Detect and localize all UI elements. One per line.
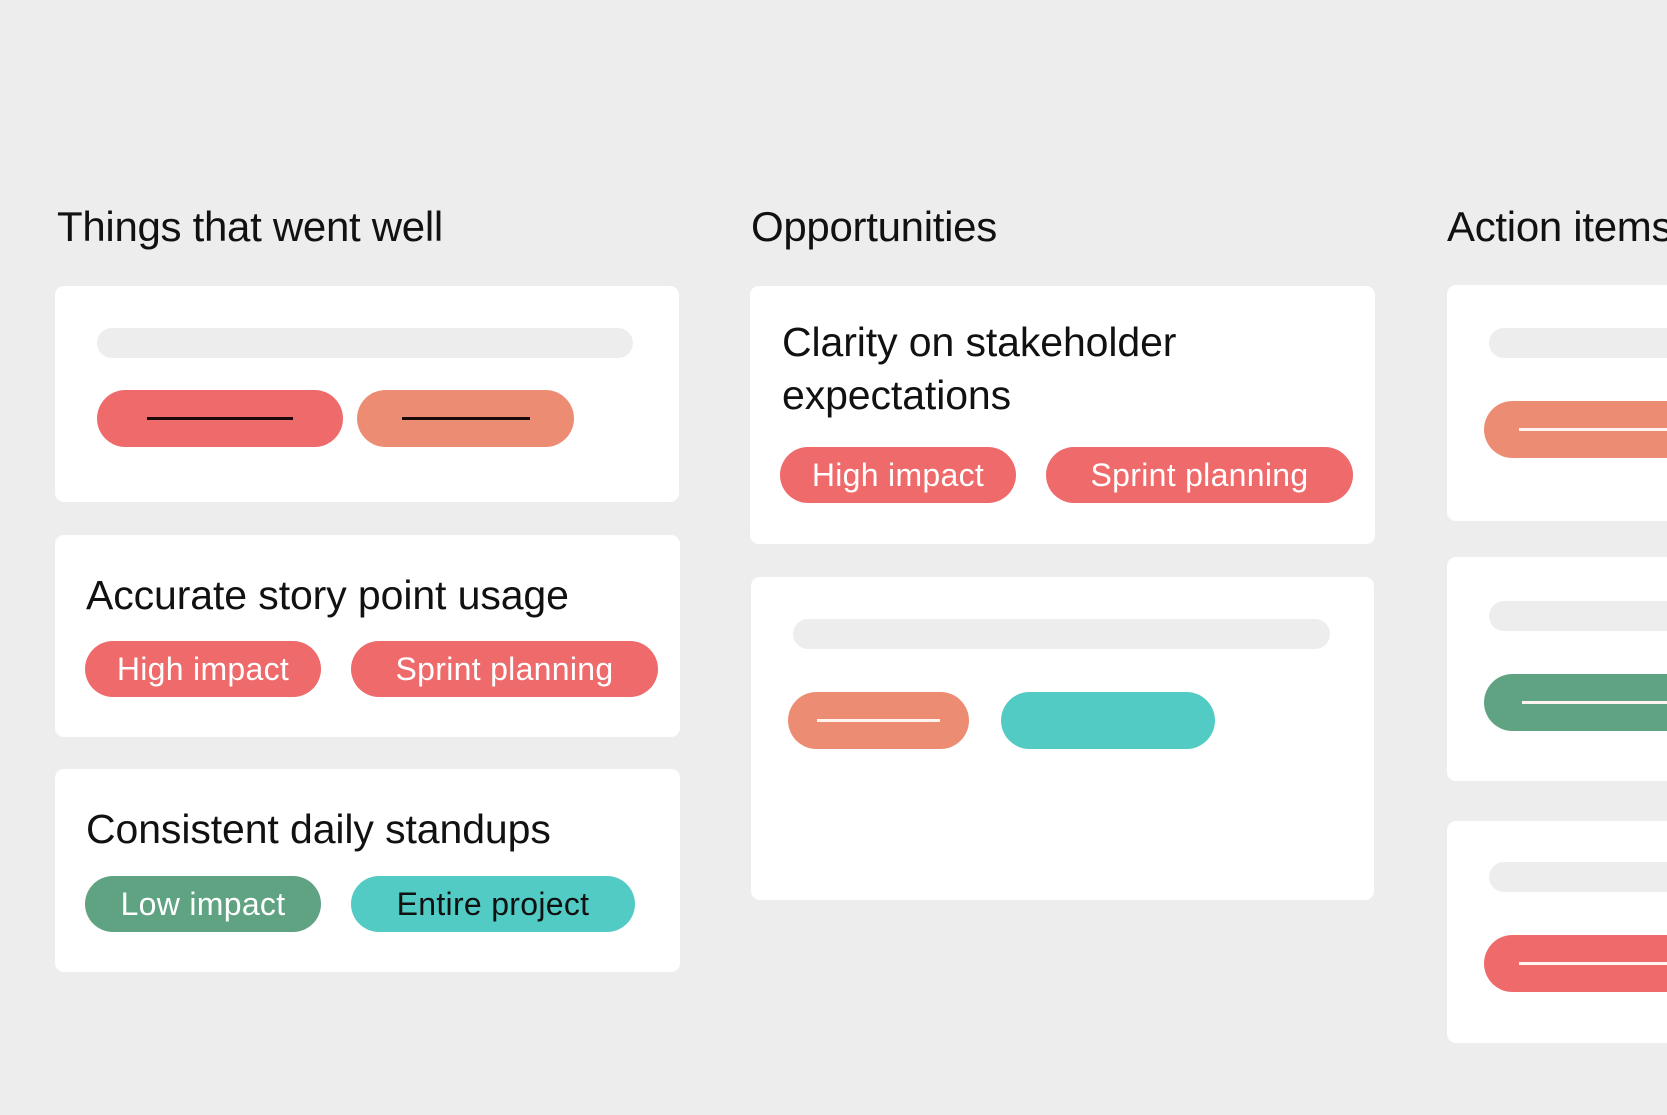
placeholder-tag-orange	[357, 390, 574, 447]
tag-sprint-planning[interactable]: Sprint planning	[351, 641, 658, 697]
tag-sprint-planning[interactable]: Sprint planning	[1046, 447, 1353, 503]
tag-high-impact[interactable]: High impact	[85, 641, 321, 697]
card-title: Accurate story point usage	[86, 572, 569, 618]
placeholder-tag-line	[147, 417, 293, 420]
placeholder-text-bar	[1489, 862, 1667, 892]
column-title: Opportunities	[751, 203, 997, 250]
retro-card[interactable]: Clarity on stakeholder expectations High…	[750, 286, 1375, 544]
placeholder-card[interactable]	[1447, 821, 1667, 1043]
retro-card[interactable]: Consistent daily standups Low impact Ent…	[55, 769, 680, 972]
placeholder-tag-line	[402, 417, 530, 420]
retro-card[interactable]: Accurate story point usage High impact S…	[55, 535, 680, 737]
placeholder-tag-orange	[788, 692, 969, 749]
card-title: Consistent daily standups	[86, 806, 551, 852]
placeholder-text-bar	[793, 619, 1330, 649]
tag-high-impact[interactable]: High impact	[780, 447, 1016, 503]
placeholder-tag-line	[1522, 701, 1667, 704]
placeholder-tag-line	[1519, 428, 1667, 431]
placeholder-tag-orange	[1484, 401, 1667, 458]
placeholder-text-bar	[97, 328, 633, 358]
placeholder-card[interactable]	[55, 286, 679, 502]
placeholder-tag-line	[817, 719, 940, 722]
placeholder-card[interactable]	[1447, 285, 1667, 521]
placeholder-card[interactable]	[751, 577, 1374, 900]
card-title-line-1: Clarity on stakeholder	[782, 319, 1177, 365]
column-title: Action items	[1447, 203, 1667, 250]
placeholder-tag-red	[97, 390, 343, 447]
tag-entire-project[interactable]: Entire project	[351, 876, 635, 932]
tag-low-impact[interactable]: Low impact	[85, 876, 321, 932]
placeholder-text-bar	[1489, 328, 1667, 358]
placeholder-card[interactable]	[1447, 557, 1667, 781]
placeholder-tag-green	[1484, 674, 1667, 731]
placeholder-tag-line	[1519, 962, 1667, 965]
placeholder-tag-red	[1484, 935, 1667, 992]
placeholder-text-bar	[1489, 601, 1667, 631]
card-title-line-2: expectations	[782, 372, 1012, 418]
column-title: Things that went well	[57, 203, 443, 250]
retrospective-board: Things that went well Accurate story poi…	[0, 0, 1667, 1115]
placeholder-tag-teal	[1001, 692, 1215, 749]
